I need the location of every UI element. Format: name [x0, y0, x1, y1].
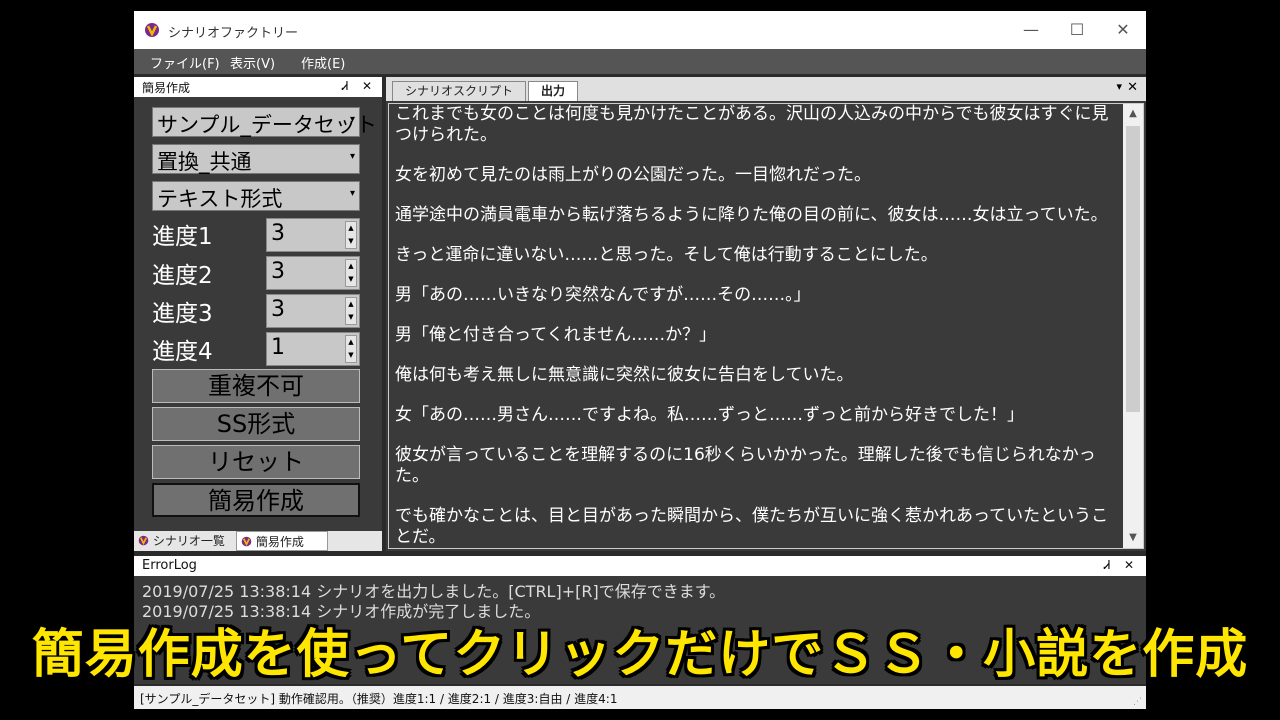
- app-logo-icon: [241, 536, 252, 547]
- panel-close-icon[interactable]: ✕: [362, 79, 372, 93]
- pin-icon[interactable]: Ꮧ: [1104, 558, 1110, 573]
- panel-tab-strip: シナリオ一覧 簡易作成: [134, 531, 382, 551]
- resize-grip-icon[interactable]: ⋰: [1133, 697, 1142, 707]
- panel-header: 簡易作成 Ꮧ ✕: [134, 77, 382, 97]
- progress2-label: 進度2: [152, 263, 213, 289]
- progress2-stepper[interactable]: 3 ▲ ▼: [266, 256, 360, 290]
- paragraph: でも確かなことは、目と目があった瞬間から、僕たちが互いに強く惹かれあっていたとい…: [395, 506, 1109, 547]
- window-title: シナリオファクトリー: [168, 26, 299, 41]
- paragraph: 女「あの……男さん……ですよね。私……ずっと……ずっと前から好きでした！」: [395, 405, 1024, 425]
- tab-list-dropdown-icon[interactable]: ▾: [1116, 80, 1122, 93]
- panel-title: 簡易作成: [142, 81, 191, 95]
- replace-dropdown[interactable]: 置換_共通 ▾: [152, 144, 360, 174]
- app-logo-icon: [138, 535, 149, 546]
- progress3-label: 進度3: [152, 301, 213, 327]
- progress1-label: 進度1: [152, 224, 213, 250]
- simple-create-panel: 簡易作成 Ꮧ ✕ サンプル_データセット ▾ 置換_共通 ▾ テキスト形式 ▾ …: [134, 77, 382, 551]
- pin-icon[interactable]: Ꮧ: [342, 79, 348, 94]
- stepper-arrows-icon[interactable]: ▲ ▼: [345, 297, 357, 325]
- document-tab-strip: シナリオスクリプト 出力 ▾ ✕: [386, 77, 1146, 101]
- paragraph: 男「あの……いきなり突然なんですが……その……。」: [395, 285, 811, 305]
- menu-file[interactable]: ファイル(F): [150, 53, 220, 72]
- status-text: [サンプル_データセット] 動作確認用。（推奨）進度1:1 / 進度2:1 / …: [140, 692, 618, 706]
- tab-simple-create[interactable]: 簡易作成: [236, 531, 328, 551]
- progress3-stepper[interactable]: 3 ▲ ▼: [266, 294, 360, 328]
- close-button[interactable]: ✕: [1100, 11, 1146, 49]
- paragraph: きっと運命に違いない……と思った。そして俺は行動することにした。: [395, 245, 938, 265]
- dataset-dropdown[interactable]: サンプル_データセット ▾: [152, 107, 377, 137]
- dataset-value: サンプル_データセット: [157, 113, 377, 137]
- status-bar: [サンプル_データセット] 動作確認用。（推奨）進度1:1 / 進度2:1 / …: [134, 686, 1146, 709]
- paragraph: 俺は何も考え無しに無意識に突然に彼女に告白をしていた。: [395, 365, 854, 385]
- stepper-arrows-icon[interactable]: ▲ ▼: [345, 221, 357, 249]
- document-area: シナリオスクリプト 出力 ▾ ✕ これまでも女のことは何度も見かけたことがある。…: [386, 77, 1146, 551]
- paragraph: 女を初めて見たのは雨上がりの公園だった。一目惚れだった。: [395, 165, 871, 185]
- paragraph: 通学途中の満員電車から転げ落ちるように降りた俺の目の前に、彼女は……女は立ってい…: [395, 205, 1108, 225]
- app-logo-icon: [145, 23, 159, 37]
- stepper-arrows-icon[interactable]: ▲ ▼: [345, 259, 357, 287]
- menu-create[interactable]: 作成(E): [301, 53, 345, 72]
- no-duplicate-button[interactable]: 重複不可: [152, 369, 360, 403]
- chevron-down-icon: ▾: [349, 188, 355, 199]
- stepper-arrows-icon[interactable]: ▲ ▼: [345, 335, 357, 363]
- minimize-button[interactable]: —: [1008, 11, 1054, 49]
- progress1-value: 3: [271, 221, 285, 246]
- progress2-value: 3: [271, 259, 285, 284]
- paragraph: 男「俺と付き合ってくれません……か？」: [395, 325, 717, 345]
- vertical-scrollbar[interactable]: ▲ ▼: [1123, 104, 1143, 548]
- reset-button[interactable]: リセット: [152, 445, 360, 479]
- tab-scenario-script[interactable]: シナリオスクリプト: [392, 81, 527, 101]
- error-log-header: ErrorLog Ꮧ ✕: [134, 556, 1146, 576]
- ss-format-button[interactable]: SS形式: [152, 407, 360, 441]
- replace-value: 置換_共通: [157, 150, 252, 174]
- output-text: これまでも女のことは何度も見かけたことがある。沢山の人込みの中からでも彼女はすぐ…: [395, 104, 1117, 567]
- app-window: シナリオファクトリー — ☐ ✕ ファイル(F) 表示(V) 作成(E) 簡易作…: [134, 11, 1146, 709]
- paragraph: 彼女が言っていることを理解するのに16秒くらいかかった。理解した後でも信じられな…: [395, 445, 1096, 486]
- output-text-area[interactable]: これまでも女のことは何度も見かけたことがある。沢山の人込みの中からでも彼女はすぐ…: [388, 103, 1144, 549]
- progress3-value: 3: [271, 297, 285, 322]
- menu-bar: ファイル(F) 表示(V) 作成(E): [134, 49, 1146, 74]
- tab-close-icon[interactable]: ✕: [1127, 80, 1138, 95]
- menu-view[interactable]: 表示(V): [230, 53, 275, 72]
- paragraph: これまでも女のことは何度も見かけたことがある。沢山の人込みの中からでも彼女はすぐ…: [395, 104, 1109, 145]
- error-log-close-icon[interactable]: ✕: [1124, 558, 1134, 572]
- progress1-stepper[interactable]: 3 ▲ ▼: [266, 218, 360, 252]
- chevron-down-icon: ▾: [349, 151, 355, 162]
- progress4-label: 進度4: [152, 339, 213, 365]
- maximize-button[interactable]: ☐: [1054, 11, 1100, 49]
- tab-label: シナリオ一覧: [152, 534, 225, 548]
- progress4-stepper[interactable]: 1 ▲ ▼: [266, 332, 360, 366]
- scroll-down-icon[interactable]: ▼: [1123, 528, 1143, 548]
- simple-create-button[interactable]: 簡易作成: [152, 483, 360, 517]
- format-value: テキスト形式: [157, 187, 283, 211]
- title-bar[interactable]: シナリオファクトリー — ☐ ✕: [134, 11, 1146, 49]
- format-dropdown[interactable]: テキスト形式 ▾: [152, 181, 360, 211]
- progress4-value: 1: [271, 335, 285, 360]
- tab-output[interactable]: 出力: [528, 81, 579, 101]
- chevron-down-icon: ▾: [349, 114, 355, 125]
- scroll-up-icon[interactable]: ▲: [1123, 104, 1143, 124]
- tab-scenario-list[interactable]: シナリオ一覧: [134, 531, 238, 551]
- tab-label: 簡易作成: [255, 535, 304, 549]
- error-log-title: ErrorLog: [142, 558, 197, 573]
- scroll-thumb[interactable]: [1126, 126, 1140, 412]
- video-caption: 簡易作成を使ってクリックだけでＳＳ・小説を作成: [31, 625, 1249, 685]
